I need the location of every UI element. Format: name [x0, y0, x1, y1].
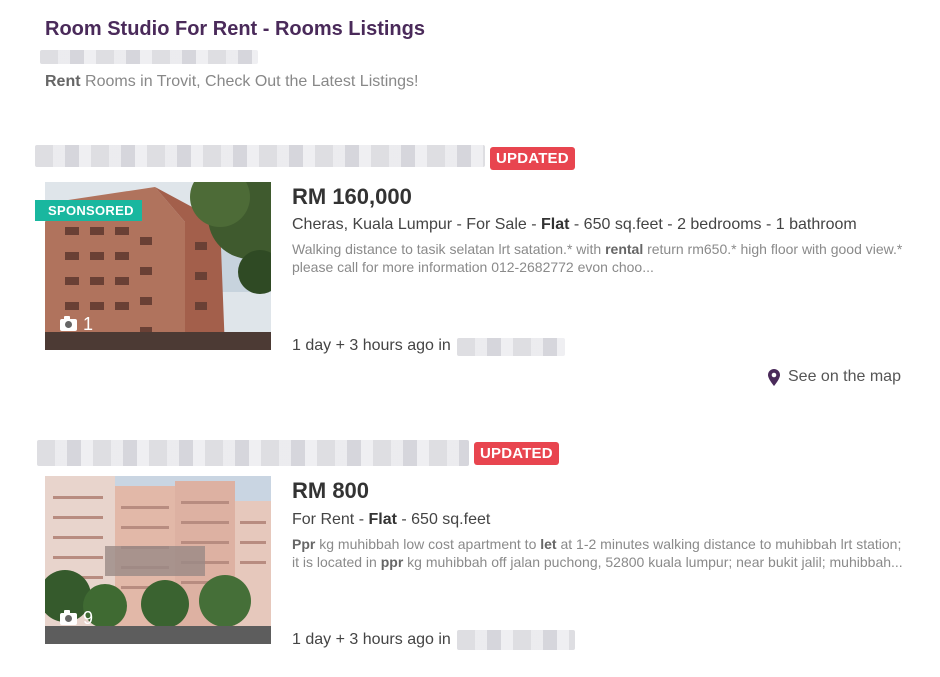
map-pin-icon: [768, 368, 780, 386]
photo-count-value: 9: [83, 608, 94, 628]
camera-icon: [60, 609, 77, 625]
intro-text: Rooms in Trovit, Check Out the Latest Li…: [80, 73, 419, 90]
listing-age: 1 day + 3 hours ago in: [292, 631, 451, 648]
desc-part: kg muhibbah off jalan puchong, 52800 kua…: [403, 554, 903, 570]
desc-part: Walking distance to tasik selatan lrt sa…: [292, 241, 606, 257]
listing-meta: Cheras, Kuala Lumpur - For Sale - Flat -…: [292, 216, 857, 234]
listing-meta: For Rent - Flat - 650 sq.feet: [292, 511, 490, 529]
listing-age: 1 day + 3 hours ago in: [292, 337, 451, 354]
see-on-map-label: See on the map: [788, 368, 901, 385]
updated-badge: UPDATED: [490, 147, 575, 170]
meta-location: For Rent -: [292, 511, 369, 528]
see-on-map-link[interactable]: See on the map: [768, 368, 901, 386]
photo-count: 1: [60, 314, 93, 335]
desc-part: kg muhibbah low cost apartment to: [315, 536, 541, 552]
listing-price[interactable]: RM 160,000: [292, 184, 412, 210]
meta-type: Flat: [368, 511, 397, 528]
blurred-source: [457, 630, 575, 650]
desc-highlight: ppr: [380, 554, 404, 570]
meta-details: - 650 sq.feet: [396, 511, 491, 528]
meta-location: Cheras, Kuala Lumpur - For Sale -: [292, 216, 541, 233]
desc-highlight: let: [540, 536, 557, 552]
photo-count-value: 1: [83, 314, 94, 334]
desc-highlight: Ppr: [292, 536, 316, 552]
page-intro: Rent Rooms in Trovit, Check Out the Late…: [45, 73, 418, 91]
meta-details: - 650 sq.feet - 2 bedrooms - 1 bathroom: [569, 216, 857, 233]
blurred-subtitle: [40, 50, 258, 64]
intro-bold: Rent: [45, 73, 81, 90]
sponsored-badge: SPONSORED: [35, 200, 142, 221]
updated-badge: UPDATED: [474, 442, 559, 465]
listing-description: Ppr kg muhibbah low cost apartment to le…: [292, 535, 912, 571]
listing-1-title-blurred[interactable]: [35, 145, 485, 167]
meta-type: Flat: [541, 216, 570, 233]
listing-2-title-blurred[interactable]: [37, 440, 469, 466]
listing-description: Walking distance to tasik selatan lrt sa…: [292, 240, 912, 276]
camera-icon: [60, 315, 77, 331]
page-title: Room Studio For Rent - Rooms Listings: [45, 18, 425, 40]
photo-count: 9: [60, 608, 93, 629]
blurred-source: [457, 338, 565, 356]
desc-highlight: rental: [605, 241, 644, 257]
listing-price[interactable]: RM 800: [292, 478, 369, 504]
